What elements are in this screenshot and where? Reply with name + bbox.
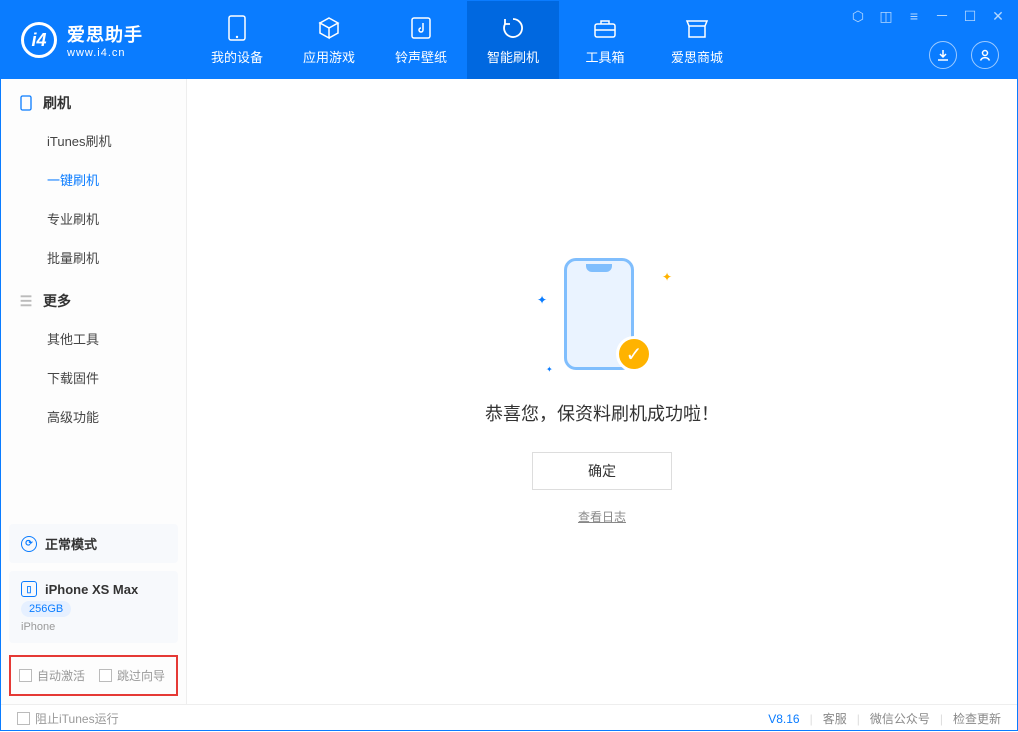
- device-type: iPhone: [21, 621, 166, 633]
- app-header: i4 爱思助手 www.i4.cn 我的设备 应用游戏 铃声壁纸 智能刷机 工具…: [1, 1, 1017, 79]
- device-mode: 正常模式: [45, 534, 97, 553]
- music-note-icon: [408, 15, 434, 41]
- tab-label: 铃声壁纸: [395, 47, 447, 66]
- tab-store[interactable]: 爱思商城: [651, 1, 743, 79]
- checkbox-label: 跳过向导: [117, 667, 165, 684]
- sidebar-item-oneclick-flash[interactable]: 一键刷机: [1, 160, 186, 199]
- device-cards: ⟳ 正常模式 ▯ iPhone XS Max 256GB iPhone: [1, 516, 186, 643]
- storage-badge: 256GB: [21, 601, 71, 617]
- tab-label: 应用游戏: [303, 47, 355, 66]
- toolbox-icon: [592, 15, 618, 41]
- download-button[interactable]: [929, 41, 957, 69]
- device-phone-icon: ▯: [21, 581, 37, 597]
- lock-icon[interactable]: ◫: [877, 7, 895, 25]
- version-label: V8.16: [768, 712, 799, 726]
- tab-label: 我的设备: [211, 47, 263, 66]
- sparkle-icon: ✦: [662, 270, 672, 284]
- tab-ringtones[interactable]: 铃声壁纸: [375, 1, 467, 79]
- app-logo-icon: i4: [21, 22, 57, 58]
- device-icon: [224, 15, 250, 41]
- main-panel: ✦ ✦ ✦ ✓ 恭喜您，保资料刷机成功啦！ 确定 查看日志: [187, 79, 1017, 704]
- checkbox-label: 阻止iTunes运行: [35, 710, 119, 727]
- close-button[interactable]: ✕: [989, 7, 1007, 25]
- sidebar-group-more: ☰ 更多: [1, 277, 186, 319]
- checkbox-icon: [99, 669, 112, 682]
- tab-label: 爱思商城: [671, 47, 723, 66]
- cube-icon: [316, 15, 342, 41]
- app-title: 爱思助手: [67, 21, 143, 47]
- group-title: 刷机: [43, 93, 71, 113]
- sidebar-item-itunes-flash[interactable]: iTunes刷机: [1, 121, 186, 160]
- skip-guide-checkbox[interactable]: 跳过向导: [99, 667, 165, 684]
- group-title: 更多: [43, 291, 71, 311]
- sidebar: 刷机 iTunes刷机 一键刷机 专业刷机 批量刷机 ☰ 更多 其他工具 下载固…: [1, 79, 187, 704]
- tab-apps[interactable]: 应用游戏: [283, 1, 375, 79]
- header-action-buttons: [929, 41, 999, 69]
- divider: |: [810, 712, 813, 726]
- refresh-shield-icon: [500, 15, 526, 41]
- success-illustration: ✦ ✦ ✦ ✓: [532, 258, 672, 378]
- check-circle-icon: ✓: [616, 336, 652, 372]
- support-link[interactable]: 客服: [823, 710, 847, 727]
- app-domain: www.i4.cn: [67, 47, 143, 59]
- divider: |: [940, 712, 943, 726]
- wechat-link[interactable]: 微信公众号: [870, 710, 930, 727]
- tab-label: 智能刷机: [487, 47, 539, 66]
- device-mode-card[interactable]: ⟳ 正常模式: [9, 524, 178, 563]
- checkbox-icon: [17, 712, 30, 725]
- confirm-button[interactable]: 确定: [532, 452, 672, 490]
- maximize-button[interactable]: ☐: [961, 7, 979, 25]
- mode-icon: ⟳: [21, 536, 37, 552]
- menu-icon[interactable]: ≡: [905, 7, 923, 25]
- view-log-link[interactable]: 查看日志: [578, 508, 626, 525]
- sparkle-icon: ✦: [537, 293, 547, 307]
- sidebar-item-advanced[interactable]: 高级功能: [1, 397, 186, 436]
- success-message: 恭喜您，保资料刷机成功啦！: [485, 400, 719, 426]
- auto-activate-checkbox[interactable]: 自动激活: [19, 667, 85, 684]
- user-button[interactable]: [971, 41, 999, 69]
- logo-area: i4 爱思助手 www.i4.cn: [1, 21, 191, 59]
- sidebar-group-flash: 刷机: [1, 79, 186, 121]
- tshirt-icon[interactable]: ⬡: [849, 7, 867, 25]
- check-update-link[interactable]: 检查更新: [953, 710, 1001, 727]
- phone-icon: [19, 96, 33, 110]
- checkbox-label: 自动激活: [37, 667, 85, 684]
- shop-icon: [684, 15, 710, 41]
- sidebar-item-pro-flash[interactable]: 专业刷机: [1, 199, 186, 238]
- sidebar-item-other-tools[interactable]: 其他工具: [1, 319, 186, 358]
- tab-my-device[interactable]: 我的设备: [191, 1, 283, 79]
- sparkle-icon: ✦: [546, 365, 553, 374]
- tab-toolbox[interactable]: 工具箱: [559, 1, 651, 79]
- logo-text: 爱思助手 www.i4.cn: [67, 21, 143, 59]
- status-bar: 阻止iTunes运行 V8.16 | 客服 | 微信公众号 | 检查更新: [1, 704, 1017, 732]
- sidebar-item-batch-flash[interactable]: 批量刷机: [1, 238, 186, 277]
- list-icon: ☰: [19, 294, 33, 308]
- checkbox-icon: [19, 669, 32, 682]
- nav-tabs: 我的设备 应用游戏 铃声壁纸 智能刷机 工具箱 爱思商城: [191, 1, 743, 79]
- flash-options-box: 自动激活 跳过向导: [9, 655, 178, 696]
- divider: |: [857, 712, 860, 726]
- tab-flash[interactable]: 智能刷机: [467, 1, 559, 79]
- sidebar-item-download-firmware[interactable]: 下载固件: [1, 358, 186, 397]
- minimize-button[interactable]: －: [933, 7, 951, 25]
- tab-label: 工具箱: [585, 47, 624, 66]
- block-itunes-checkbox[interactable]: 阻止iTunes运行: [17, 710, 119, 727]
- device-name: iPhone XS Max: [45, 582, 138, 597]
- app-body: 刷机 iTunes刷机 一键刷机 专业刷机 批量刷机 ☰ 更多 其他工具 下载固…: [1, 79, 1017, 704]
- window-controls-top: ⬡ ◫ ≡ － ☐ ✕: [849, 7, 1007, 25]
- device-info-card[interactable]: ▯ iPhone XS Max 256GB iPhone: [9, 571, 178, 643]
